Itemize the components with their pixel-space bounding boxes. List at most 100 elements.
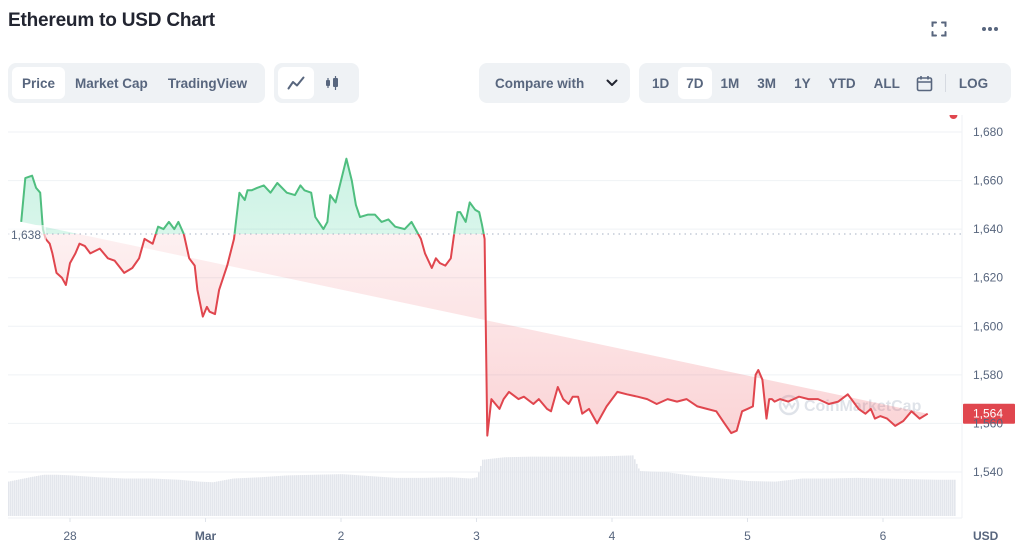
volume-bar — [548, 456, 550, 516]
y-tick-label: 1,680 — [973, 125, 1003, 139]
volume-bar — [668, 472, 670, 516]
volume-bar — [34, 476, 36, 516]
calendar-button[interactable] — [909, 67, 940, 99]
candlestick-button[interactable] — [314, 67, 350, 99]
range-all[interactable]: ALL — [865, 67, 909, 99]
price-chart[interactable]: CoinMarketCap 1,6381,564 1,5401,5601,580… — [0, 115, 1024, 548]
x-tick-label: 2 — [338, 529, 345, 543]
volume-bar — [828, 478, 830, 516]
volume-bar — [658, 471, 660, 516]
volume-bar — [386, 477, 388, 516]
volume-bar — [330, 474, 332, 516]
volume-bar — [142, 478, 144, 516]
range-1d[interactable]: 1D — [643, 67, 678, 99]
volume-bar — [426, 477, 428, 516]
volume-bar — [492, 458, 494, 516]
volume-bar — [380, 476, 382, 516]
volume-bar — [690, 475, 692, 516]
line-chart-button[interactable] — [278, 67, 314, 99]
volume-bar — [538, 456, 540, 516]
volume-bar — [600, 456, 602, 516]
volume-bar — [376, 476, 378, 516]
calendar-icon — [916, 75, 933, 91]
range-ytd[interactable]: YTD — [820, 67, 865, 99]
volume-bar — [940, 479, 942, 516]
volume-bar — [182, 480, 184, 516]
volume-bar — [536, 456, 538, 516]
tab-market-cap[interactable]: Market Cap — [65, 67, 158, 99]
volume-bar — [688, 475, 690, 516]
volume-bar — [336, 474, 338, 516]
volume-bar — [606, 456, 608, 516]
volume-bar — [612, 456, 614, 516]
volume-bar — [854, 477, 856, 516]
volume-bar — [950, 479, 952, 516]
volume-bar — [788, 480, 790, 516]
tab-tradingview[interactable]: TradingView — [158, 67, 257, 99]
volume-bar — [596, 456, 598, 516]
log-scale-toggle[interactable]: LOG — [951, 67, 996, 99]
volume-bar — [328, 474, 330, 516]
volume-bar — [706, 477, 708, 516]
volume-bar — [264, 476, 266, 516]
volume-bar — [526, 456, 528, 516]
volume-bar — [422, 477, 424, 516]
volume-bar — [196, 481, 198, 516]
volume-bar — [798, 478, 800, 516]
tab-price[interactable]: Price — [12, 67, 66, 99]
volume-bar — [810, 478, 812, 516]
volume-bar — [820, 478, 822, 516]
volume-bar — [274, 476, 276, 516]
volume-bar — [364, 475, 366, 516]
volume-bar — [406, 477, 408, 516]
volume-bar — [522, 456, 524, 516]
volume-bar — [114, 478, 116, 516]
volume-bar — [72, 475, 74, 516]
range-1m[interactable]: 1M — [712, 67, 749, 99]
volume-bar — [292, 475, 294, 516]
volume-bar — [260, 477, 262, 516]
volume-bar — [412, 477, 414, 516]
divider — [944, 74, 946, 92]
volume-bar — [360, 475, 362, 516]
volume-bar — [678, 473, 680, 516]
range-1y[interactable]: 1Y — [785, 67, 820, 99]
volume-bar — [390, 477, 392, 516]
range-3m[interactable]: 3M — [748, 67, 785, 99]
compare-with-dropdown[interactable]: Compare with — [479, 63, 630, 103]
volume-bar — [432, 477, 434, 516]
volume-bar — [872, 478, 874, 516]
volume-bar — [632, 455, 634, 516]
range-7d[interactable]: 7D — [678, 67, 712, 99]
volume-bar — [722, 478, 724, 516]
volume-bar — [754, 481, 756, 516]
volume-bar — [200, 481, 202, 516]
volume-bar — [44, 474, 46, 516]
volume-bar — [576, 456, 578, 516]
volume-bar — [908, 479, 910, 516]
volume-bar — [808, 478, 810, 516]
volume-bar — [362, 475, 364, 516]
volume-bar — [342, 474, 344, 516]
volume-bar — [194, 481, 196, 516]
volume-bar — [728, 479, 730, 516]
volume-bar — [346, 474, 348, 516]
y-tick-label: 1,560 — [973, 416, 1003, 430]
line-chart-icon — [287, 76, 305, 90]
volume-bar — [878, 478, 880, 516]
volume-bar — [816, 478, 818, 516]
volume-bar — [370, 476, 372, 516]
volume-bar — [132, 478, 134, 516]
volume-bar — [666, 472, 668, 516]
volume-bar — [510, 457, 512, 516]
volume-bar — [638, 468, 640, 516]
volume-bar — [184, 480, 186, 516]
volume-bar — [430, 477, 432, 516]
volume-bar — [900, 478, 902, 516]
volume-bar — [482, 459, 484, 516]
volume-bar — [12, 480, 14, 516]
volume-bar — [624, 455, 626, 516]
more-icon[interactable] — [978, 17, 1002, 41]
fullscreen-icon[interactable] — [927, 17, 951, 41]
volume-bar — [250, 477, 252, 516]
